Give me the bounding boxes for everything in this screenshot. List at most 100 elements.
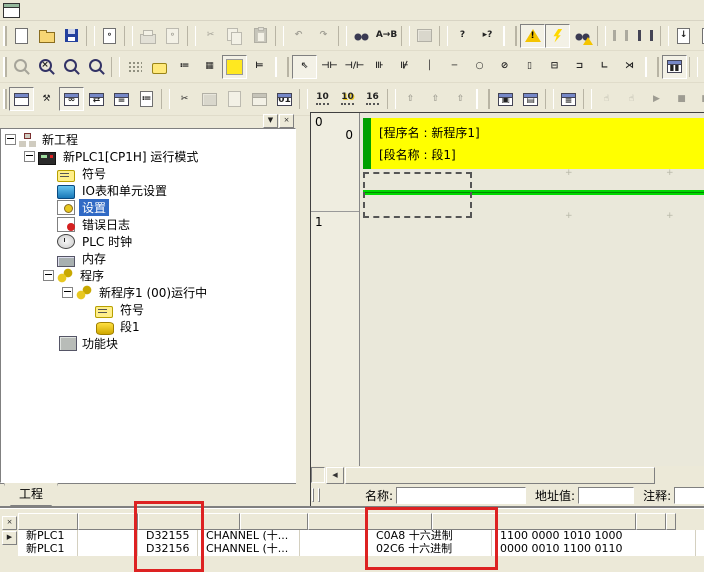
tree-item-new-project[interactable]: 新工程 [1,131,295,148]
menu-plc[interactable] [88,8,104,12]
tree-item-function-blocks[interactable]: 功能块 [1,335,295,352]
info-window-button[interactable] [247,87,272,111]
simulator-run-button[interactable]: ▶ [644,87,669,111]
tree-item-section1[interactable]: 段1 [1,318,295,335]
simulator-stop-button[interactable]: ■ [669,87,694,111]
pause-monitor-window-button[interactable]: ▮▮ [662,55,687,79]
scrollbar-gripper[interactable] [311,467,325,483]
plc-model-button[interactable] [412,24,437,48]
window-tile-button[interactable]: ▤ [518,87,543,111]
ladder-editor[interactable]: 0 0 1 [程序名 : 新程序1] [段名称 : 段1] + + + + [310,112,704,466]
operand-address-input[interactable] [578,487,634,504]
watch-window-button[interactable]: ∞ [59,87,84,111]
operand-comment-input[interactable] [674,487,704,504]
compile-to-text-button[interactable]: ∘ [97,24,122,48]
menu-view[interactable] [56,8,72,12]
contact-or-no-button[interactable]: ⊪ [367,55,392,79]
contact-no-button[interactable]: ⊣⊢ [317,55,342,79]
col-plc-name[interactable] [18,513,78,530]
redo-button[interactable]: ↷ [311,24,336,48]
toolbar-grip[interactable] [3,26,7,46]
contact-nc-button[interactable]: ⊣/⊢ [342,55,367,79]
simulator-pause-button[interactable]: ▮▮ [694,87,704,111]
undo-button[interactable]: ↶ [286,24,311,48]
operand-name-input[interactable] [396,487,526,504]
toolbar-grip[interactable] [3,89,7,109]
menu-file[interactable] [24,8,40,12]
expander-icon[interactable] [5,134,16,145]
instruction-nc-button[interactable]: ⊟ [542,55,567,79]
symbol-edit-button[interactable]: ✂ [172,87,197,111]
rung-annotation-button[interactable]: ≔ [172,55,197,79]
tree-item-io-table[interactable]: IO表和单元设置 [1,182,295,199]
tree-item-memory[interactable]: 内存 [1,250,295,267]
menu-program[interactable] [104,8,120,12]
tree-item-settings[interactable]: 设置 [1,199,295,216]
pause-monitoring-button[interactable] [608,24,633,48]
expand-right-icon[interactable]: ▶ [2,531,17,545]
contact-or-nc-button[interactable]: ⊮ [392,55,417,79]
pause-button[interactable] [633,24,658,48]
menu-help[interactable] [168,8,184,12]
col-address[interactable] [138,513,240,530]
output-window-button[interactable]: ⚒ [34,87,59,111]
col-function-block[interactable] [308,513,432,530]
monitor-decimal-button[interactable]: 10 [310,87,335,111]
monitor-data-button[interactable]: ▦ [197,55,222,79]
local-window-button[interactable]: ≡ [109,87,134,111]
tree-item-program-symbols[interactable]: 符号 [1,301,295,318]
menu-edit[interactable] [40,8,56,12]
transfer-from-plc-button[interactable]: ↑ [696,24,704,48]
menu-window[interactable] [152,8,168,12]
active-document-icon[interactable] [3,3,20,18]
expander-icon[interactable] [43,270,54,281]
horizontal-line-button[interactable]: ─ [442,55,467,79]
line-delete-button[interactable]: ⋊ [617,55,642,79]
collapse-left-icon[interactable]: ◀ [318,488,320,502]
scroll-left-icon[interactable]: ◀ [326,467,344,484]
expander-icon[interactable] [24,151,35,162]
compile-program-button[interactable] [520,24,545,48]
zoom-out-button[interactable]: × [34,55,59,79]
tree-item-plc-clock[interactable]: PLC 时钟 [1,233,295,250]
binary-display-button[interactable]: 01 [272,87,297,111]
menu-tools[interactable] [136,8,152,12]
context-help-button[interactable]: ▸? [475,24,500,48]
transfer-to-plc-button[interactable]: ↓ [671,24,696,48]
col-name[interactable] [78,513,138,530]
project-window-button[interactable] [9,87,34,111]
tree-item-error-log[interactable]: 错误日志 [1,216,295,233]
inverted-instruction-button[interactable]: ⊐ [567,55,592,79]
force-off-button[interactable]: ☝ [619,87,644,111]
zoom-in-button[interactable] [84,55,109,79]
tree-item-program[interactable]: 程序 [1,267,295,284]
set-value-button[interactable]: ⇧ [398,87,423,111]
grid-toggle-button[interactable] [122,55,147,79]
col-data-type[interactable] [240,513,308,530]
watch-row[interactable]: 新PLC1 D32156 CHANNEL (十... 02C6 十六进制 000… [18,543,704,556]
tree-item-new-program1[interactable]: 新程序1 (00)运行中 [1,284,295,301]
col-comment[interactable] [666,513,676,530]
monitor-signed-decimal-button[interactable]: 10 [335,87,360,111]
ladder-cursor[interactable] [363,172,472,218]
find-button[interactable] [349,24,374,48]
monitor-hex-button[interactable]: 16 [360,87,385,111]
force-on-button[interactable]: ☝ [594,87,619,111]
ladder-view-button[interactable] [222,55,247,79]
cut-button[interactable]: ✂ [198,24,223,48]
copy-button[interactable] [223,24,248,48]
rung-comment-button[interactable] [222,87,247,111]
save-button[interactable] [59,24,84,48]
replace-button[interactable]: A→B [374,24,399,48]
close-icon[interactable]: × [2,516,17,530]
set-value-3-button[interactable]: ⇧ [448,87,473,111]
tree-item-new-plc1[interactable]: 新PLC1[CP1H] 运行模式 [1,148,295,165]
comment-toggle-button[interactable] [147,55,172,79]
properties-button[interactable]: ≔ [134,87,159,111]
line-connect-button[interactable]: ∟ [592,55,617,79]
vertical-line-button[interactable]: │ [417,55,442,79]
work-online-button[interactable] [545,24,570,48]
toolbar-grip[interactable] [3,57,7,77]
io-comment-button[interactable] [197,87,222,111]
watch-row[interactable]: 新PLC1 D32155 CHANNEL (十... C0A8 十六进制 110… [18,530,704,543]
